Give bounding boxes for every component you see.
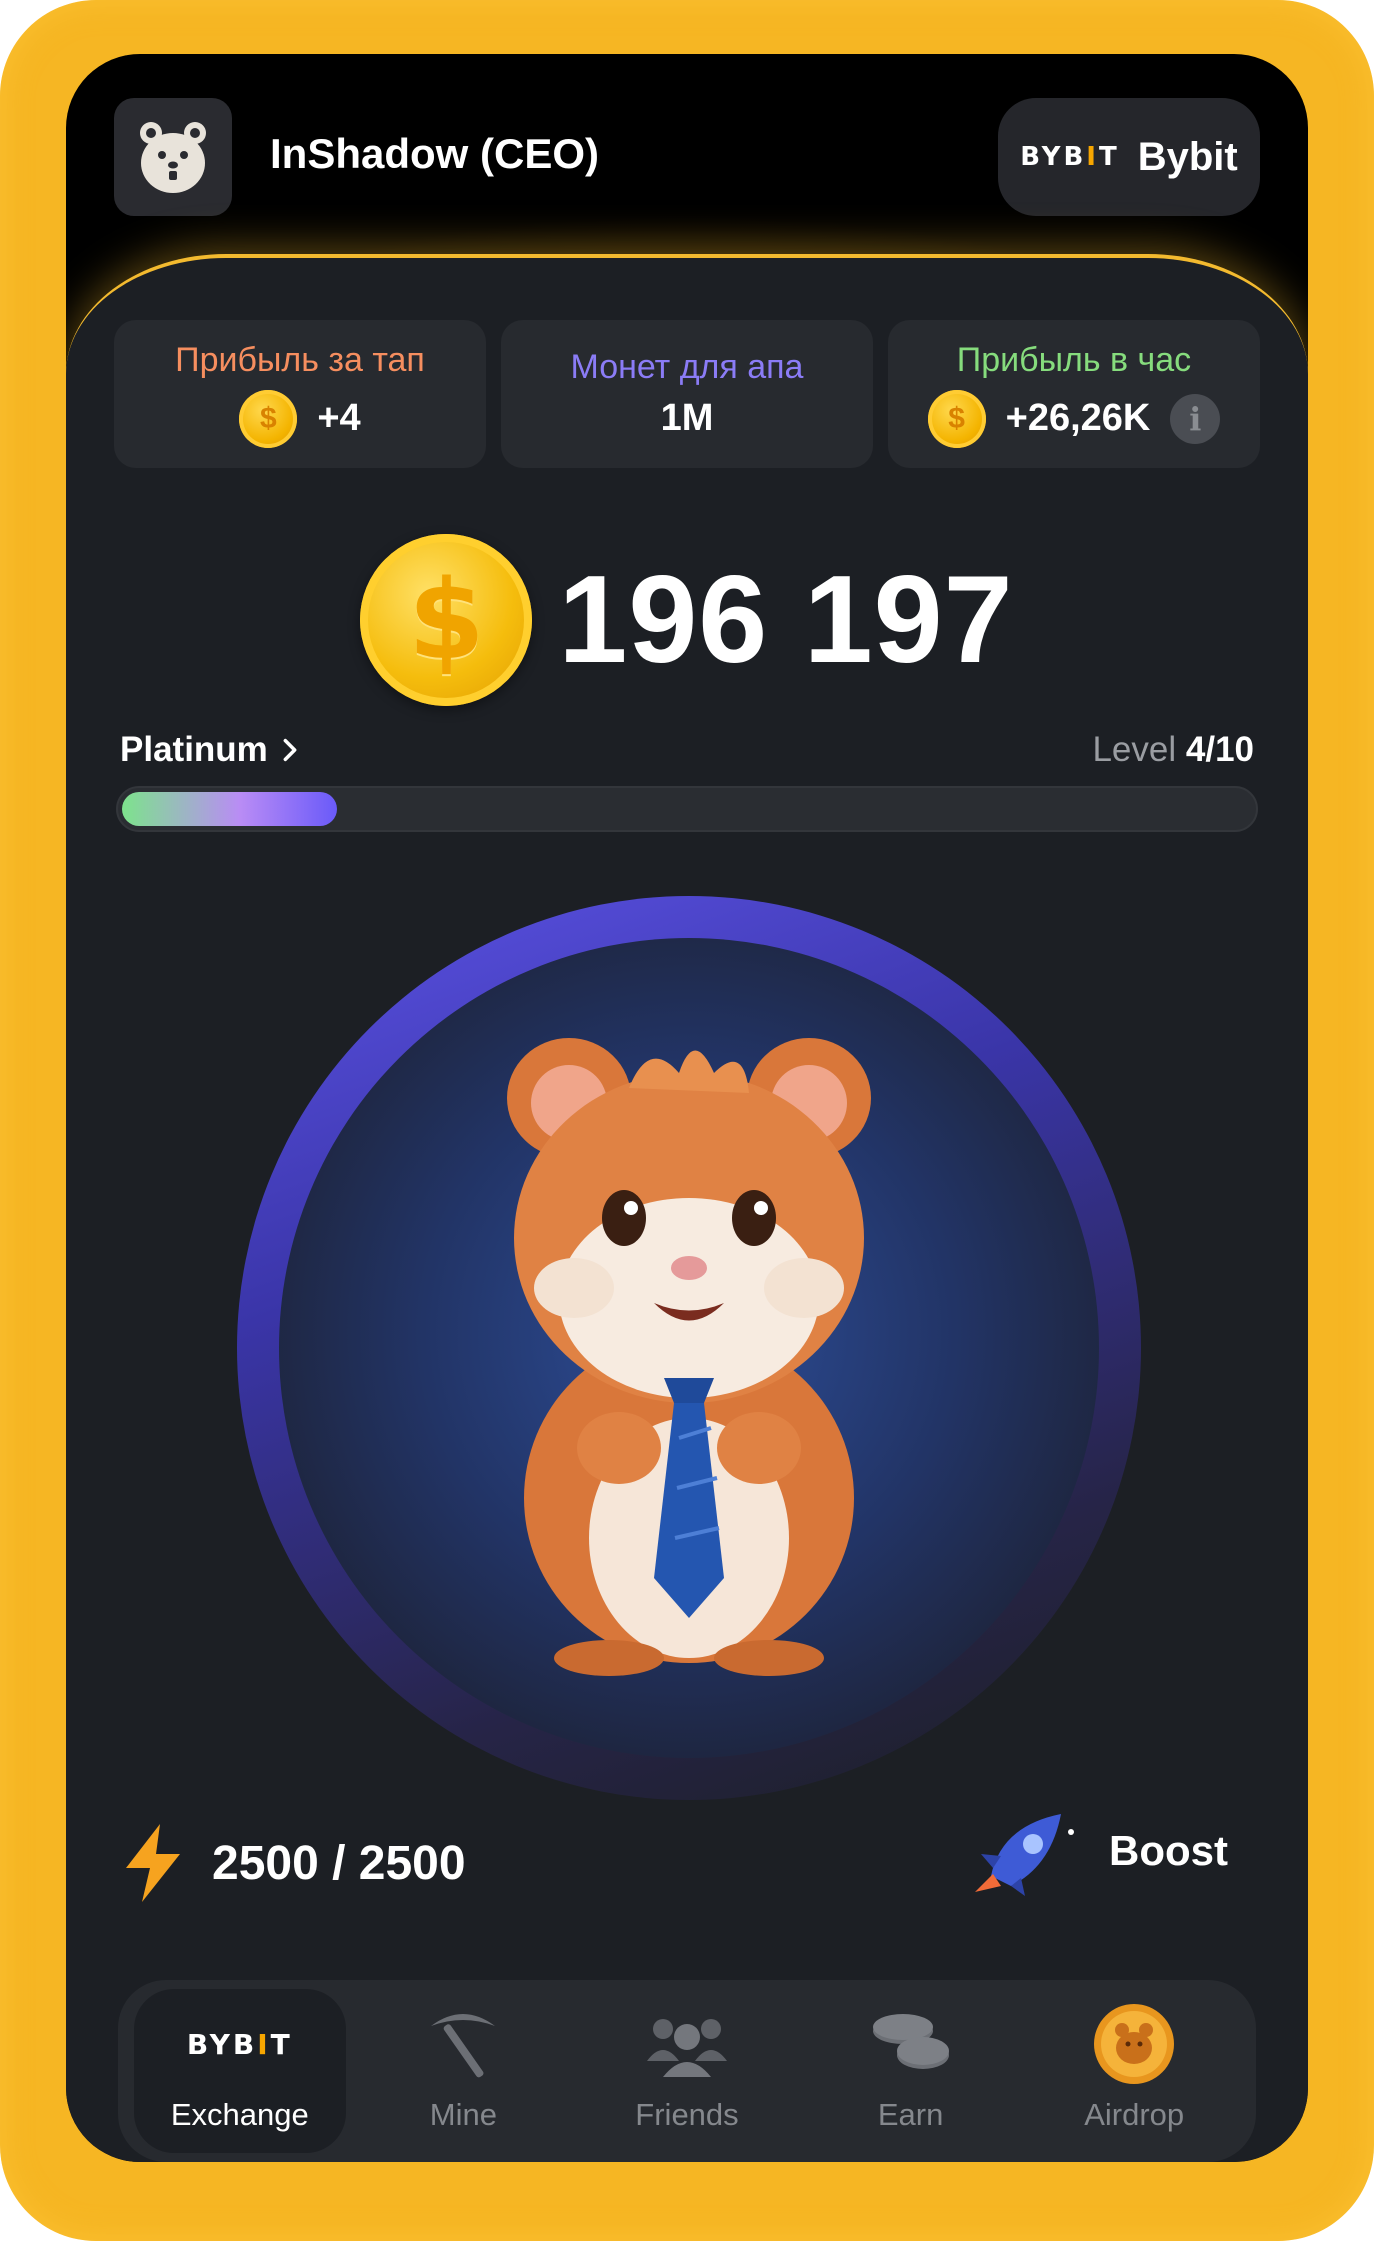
stat-title: Монет для апа bbox=[570, 348, 804, 386]
nav-item-airdrop[interactable]: Airdrop bbox=[1028, 1989, 1240, 2153]
nav-label: Airdrop bbox=[1084, 2097, 1185, 2132]
stat-value: +4 bbox=[317, 397, 361, 439]
app-screen: InShadow (CEO) BYBIT Bybit Прибыль за та… bbox=[66, 54, 1308, 2162]
tap-button-inner bbox=[279, 938, 1099, 1758]
bottom-nav: BYBIT Exchange Mine Friends Earn Airdrop bbox=[118, 1980, 1256, 2162]
nav-label: Friends bbox=[635, 2097, 739, 2132]
chevron-right-icon bbox=[283, 738, 297, 762]
balance-value: 196 197 bbox=[558, 551, 1014, 689]
nav-item-earn[interactable]: Earn bbox=[805, 1989, 1017, 2153]
nav-item-exchange[interactable]: BYBIT Exchange bbox=[133, 1989, 346, 2153]
rocket-icon bbox=[975, 1814, 1074, 1896]
nav-label: Exchange bbox=[170, 2097, 309, 2132]
coin-icon: $ bbox=[239, 389, 298, 448]
info-icon[interactable]: i bbox=[1170, 393, 1221, 444]
nav-label: Earn bbox=[877, 2097, 944, 2132]
stat-value: 1M bbox=[660, 397, 714, 439]
dollar-coin-icon: $ bbox=[360, 534, 533, 706]
nav-item-friends[interactable]: Friends bbox=[581, 1989, 793, 2153]
coin-icon: $ bbox=[927, 389, 986, 448]
level-indicator: Level 4/10 bbox=[1092, 730, 1254, 769]
tap-button[interactable] bbox=[237, 896, 1141, 1800]
hamster-avatar-icon bbox=[140, 122, 206, 193]
pickaxe-icon bbox=[423, 2009, 503, 2079]
bybit-logo-icon: BYBIT bbox=[186, 2027, 293, 2061]
coins-stack-icon bbox=[869, 2009, 953, 2079]
hamster-ceo-icon bbox=[507, 1038, 871, 1676]
nav-label: Mine bbox=[429, 2097, 497, 2132]
stat-title: Прибыль за тап bbox=[175, 340, 425, 379]
stat-coins-to-level-up[interactable]: Монет для апа 1M bbox=[501, 320, 873, 468]
avatar[interactable] bbox=[114, 98, 232, 216]
balance: $ 196 197 bbox=[66, 530, 1308, 710]
exchange-name: Bybit bbox=[1137, 134, 1238, 179]
stat-profit-per-tap[interactable]: Прибыль за тап $ +4 bbox=[114, 320, 486, 468]
hamster-coin-icon bbox=[1092, 2004, 1176, 2084]
bybit-logo-icon: BYBIT bbox=[1020, 142, 1120, 172]
boost-label: Boost bbox=[1109, 1827, 1228, 1874]
league-link[interactable]: Platinum bbox=[120, 730, 304, 770]
nav-item-mine[interactable]: Mine bbox=[357, 1989, 569, 2153]
boost-button[interactable]: Boost bbox=[971, 1806, 1228, 1896]
stat-profit-per-hour[interactable]: Прибыль в час $ +26,26K i bbox=[888, 320, 1260, 468]
stat-value: +26,26K bbox=[1005, 397, 1151, 439]
level-progress-bar bbox=[116, 786, 1258, 832]
level-progress-fill bbox=[122, 792, 337, 826]
exchange-button[interactable]: BYBIT Bybit bbox=[998, 98, 1260, 216]
friends-icon bbox=[645, 2009, 729, 2079]
energy-indicator: 2500 / 2500 bbox=[120, 1822, 466, 1904]
energy-value: 2500 / 2500 bbox=[212, 1836, 466, 1890]
league-name: Platinum bbox=[120, 730, 268, 769]
stat-title: Прибыль в час bbox=[956, 340, 1192, 379]
username: InShadow (CEO) bbox=[270, 130, 599, 177]
lightning-icon bbox=[126, 1824, 180, 1902]
